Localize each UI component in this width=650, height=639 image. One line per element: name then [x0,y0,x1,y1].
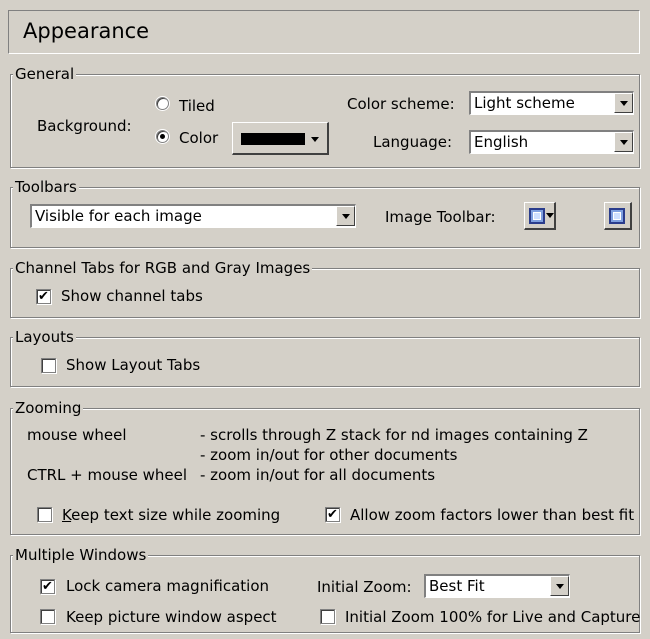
chevron-down-icon [546,213,554,218]
lock-camera-checkbox[interactable]: ✔ [40,579,55,594]
ctrl-wheel-desc: - zoom in/out for all documents [200,466,436,484]
zooming-legend: Zooming [13,399,84,417]
chevron-down-icon[interactable] [614,132,633,152]
toolbar-visibility-value: Visible for each image [35,207,202,225]
show-layout-tabs-label[interactable]: Show Layout Tabs [66,356,200,374]
toolbar-window-icon [529,208,545,224]
initial-zoom-label: Initial Zoom: [317,578,412,596]
general-legend: General [13,65,77,83]
channel-tabs-legend: Channel Tabs for RGB and Gray Images [13,259,313,277]
multiple-windows-group: Multiple Windows ✔ Lock camera magnifica… [10,546,640,633]
general-group: General Background: Tiled Color Color sc… [10,65,640,168]
chevron-down-icon[interactable] [614,93,633,113]
toolbars-legend: Toolbars [13,178,79,196]
initial-zoom-value: Best Fit [429,577,485,595]
tiled-radio[interactable] [156,97,169,110]
language-label: Language: [373,133,453,151]
chevron-down-icon[interactable] [550,576,569,596]
page-title: Appearance [23,19,150,43]
mouse-wheel-label: mouse wheel [27,426,127,444]
keep-aspect-label[interactable]: Keep picture window aspect [66,608,277,626]
zooming-group: Zooming mouse wheel - scrolls through Z … [10,399,640,535]
background-label: Background: [37,117,132,135]
image-toolbar-dropdown[interactable] [524,202,556,230]
keep-text-size-label[interactable]: Keep text size while zooming [62,506,280,524]
toolbar-visibility-select[interactable]: Visible for each image [30,204,356,228]
language-select[interactable]: English [469,130,634,154]
initial-zoom-100-checkbox[interactable] [320,609,335,624]
show-channel-tabs-label[interactable]: Show channel tabs [61,287,203,305]
color-swatch [241,133,305,145]
show-channel-tabs-checkbox[interactable]: ✔ [36,289,51,304]
layouts-legend: Layouts [13,328,76,346]
mouse-wheel-desc-1: - scrolls through Z stack for nd images … [200,426,588,444]
initial-zoom-100-label[interactable]: Initial Zoom 100% for Live and Capture [345,608,640,626]
keep-text-size-mnemonic: K [62,506,72,524]
chevron-down-icon[interactable] [336,206,355,226]
image-toolbar-label: Image Toolbar: [385,208,496,226]
color-picker-button[interactable] [232,122,329,155]
toolbar-window-icon [609,208,625,224]
tiled-label[interactable]: Tiled [179,97,215,115]
ctrl-wheel-label: CTRL + mouse wheel [27,466,188,484]
color-scheme-label: Color scheme: [347,95,455,113]
image-toolbar-button[interactable] [604,202,632,230]
color-scheme-value: Light scheme [474,94,575,112]
mouse-wheel-desc-2: - zoom in/out for other documents [200,446,458,464]
keep-aspect-checkbox[interactable] [40,609,55,624]
lock-camera-label[interactable]: Lock camera magnification [66,577,269,595]
chevron-down-icon [311,137,319,142]
layouts-group: Layouts Show Layout Tabs [10,328,640,387]
color-label[interactable]: Color [179,129,218,147]
keep-text-size-rest: eep text size while zooming [71,506,281,524]
allow-zoom-lower-checkbox[interactable]: ✔ [325,507,340,522]
title-panel: Appearance [8,10,640,54]
color-scheme-select[interactable]: Light scheme [469,91,634,115]
channel-tabs-group: Channel Tabs for RGB and Gray Images ✔ S… [10,259,640,318]
language-value: English [474,133,529,151]
keep-text-size-checkbox[interactable] [37,507,52,522]
color-radio[interactable] [156,130,169,143]
multiple-windows-legend: Multiple Windows [13,546,149,564]
toolbars-group: Toolbars Visible for each image Image To… [10,178,640,248]
show-layout-tabs-checkbox[interactable] [41,358,56,373]
initial-zoom-select[interactable]: Best Fit [424,574,570,598]
allow-zoom-lower-label[interactable]: Allow zoom factors lower than best fit [350,506,634,524]
